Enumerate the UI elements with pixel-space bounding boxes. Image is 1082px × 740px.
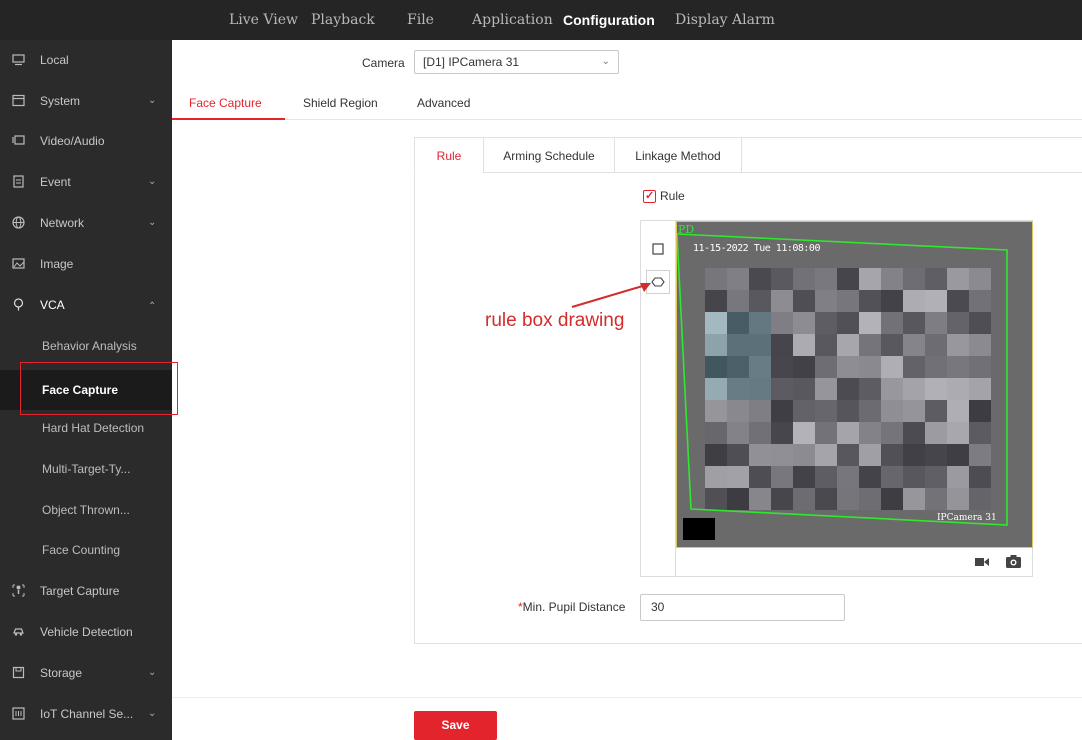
rule-box-overlay <box>677 233 1008 540</box>
osd-corner-text: PD <box>678 223 695 236</box>
highlight-box <box>20 362 178 415</box>
footer-divider <box>172 697 1082 698</box>
nav-configuration[interactable]: Configuration <box>563 0 655 40</box>
sidebar-item-label: Event <box>40 175 71 189</box>
storage-icon <box>12 666 25 679</box>
sidebar-item-iot-channel[interactable]: IoT Channel Se... ⌄ <box>0 694 172 734</box>
min-pupil-distance-label: *Min. Pupil Distance <box>518 600 625 614</box>
sidebar-subitem-label: Behavior Analysis <box>42 339 137 353</box>
sidebar-item-network[interactable]: Network ⌄ <box>0 203 172 243</box>
osd-camera-name: IPCamera 31 <box>937 513 997 523</box>
vehicle-icon <box>13 628 24 636</box>
nav-playback[interactable]: Playback <box>311 0 375 40</box>
nav-file[interactable]: File <box>407 0 434 40</box>
target-capture-icon <box>12 584 25 597</box>
monitor-icon <box>12 54 25 66</box>
video-audio-icon <box>12 135 25 145</box>
checkmark-icon: ✓ <box>645 190 655 202</box>
min-pupil-distance-input[interactable]: 30 <box>640 594 845 621</box>
sidebar-item-storage[interactable]: Storage ⌄ <box>0 653 172 693</box>
active-tab-underline <box>172 118 285 120</box>
osd-date: 11-15-2022 Tue 11:08:00 <box>693 243 820 254</box>
sidebar-subitem-label: Face Counting <box>42 543 121 557</box>
sidebar-subitem-label: Multi-Target-Ty... <box>42 462 131 476</box>
chevron-up-icon: ⌃ <box>148 301 157 312</box>
nav-display-alarm[interactable]: Display Alarm <box>675 0 775 40</box>
sidebar-item-label: Target Capture <box>40 584 120 598</box>
sidebar-item-label: Local <box>40 53 69 67</box>
iot-icon <box>12 707 25 720</box>
camera-label: Camera <box>362 56 405 70</box>
sidebar-item-label: Vehicle Detection <box>40 625 133 639</box>
tab-linkage-method[interactable]: Linkage Method <box>614 137 742 173</box>
sidebar-item-label: Image <box>40 257 74 271</box>
draw-rectangle-button[interactable] <box>646 237 670 261</box>
tab-arming-schedule[interactable]: Arming Schedule <box>483 137 615 173</box>
video-preview[interactable]: PD 11-15-2022 Tue 11:08:00 IPCamera 31 <box>676 221 1033 548</box>
chevron-down-icon: ⌄ <box>148 95 157 106</box>
sidebar-item-event[interactable]: Event ⌄ <box>0 162 172 202</box>
sidebar-item-vehicle-detection[interactable]: Vehicle Detection <box>0 612 172 652</box>
system-icon <box>12 94 25 107</box>
camera-select-value: [D1] IPCamera 31 <box>423 55 520 69</box>
sidebar-item-label: IoT Channel Se... <box>40 707 134 721</box>
vca-icon <box>13 298 24 311</box>
top-navigation-bar: Live View Playback File Application Conf… <box>0 0 1082 40</box>
sidebar-subitem-object-thrown[interactable]: Object Thrown... <box>0 490 172 530</box>
sidebar-item-target-capture[interactable]: Target Capture <box>0 571 172 611</box>
tab-rule[interactable]: Rule <box>414 137 484 173</box>
rule-checkbox[interactable]: ✓ <box>643 190 656 203</box>
tab-face-capture[interactable]: Face Capture <box>189 86 262 120</box>
sidebar-item-label: System <box>40 94 81 108</box>
nav-application[interactable]: Application <box>472 0 553 40</box>
sidebar-item-image[interactable]: Image <box>0 244 172 284</box>
sidebar-item-vca[interactable]: VCA ⌃ <box>0 285 172 325</box>
camera-select[interactable]: [D1] IPCamera 31 ⌄ <box>414 50 619 74</box>
sidebar-item-local[interactable]: Local <box>0 40 172 80</box>
sidebar-item-label: Network <box>40 216 85 230</box>
sidebar-subitem-face-counting[interactable]: Face Counting <box>0 530 172 570</box>
network-icon <box>12 216 25 229</box>
sidebar-subitem-label: Object Thrown... <box>42 503 130 517</box>
tab-advanced[interactable]: Advanced <box>417 86 470 120</box>
sidebar-subitem-multi-target[interactable]: Multi-Target-Ty... <box>0 449 172 489</box>
chevron-down-icon: ⌄ <box>148 667 157 678</box>
nav-live-view[interactable]: Live View <box>229 0 298 40</box>
annotation-text: rule box drawing <box>485 310 625 331</box>
sidebar-item-video-audio[interactable]: Video/Audio <box>0 121 172 161</box>
record-icon[interactable] <box>975 557 989 567</box>
image-icon <box>12 258 25 269</box>
event-icon <box>13 175 24 188</box>
rectangle-icon <box>652 243 664 255</box>
snapshot-icon[interactable] <box>1006 555 1021 568</box>
sidebar-item-label: Video/Audio <box>40 134 105 148</box>
sidebar-item-label: Storage <box>40 666 83 680</box>
inner-tab-divider <box>741 172 1082 173</box>
tab-shield-region[interactable]: Shield Region <box>303 86 378 120</box>
sidebar-item-system[interactable]: System ⌄ <box>0 81 172 121</box>
sidebar-subitem-behavior-analysis[interactable]: Behavior Analysis <box>0 326 172 366</box>
chevron-down-icon: ⌄ <box>148 176 157 187</box>
sidebar-item-label: VCA <box>40 298 65 312</box>
rule-label: Rule <box>660 189 685 203</box>
annotation-arrow <box>571 283 651 308</box>
min-pupil-distance-text: Min. Pupil Distance <box>522 600 626 614</box>
chevron-down-icon: ⌄ <box>148 708 157 719</box>
chevron-down-icon: ⌄ <box>148 217 157 228</box>
chevron-down-icon: ⌄ <box>601 56 610 67</box>
save-button[interactable]: Save <box>414 711 497 740</box>
